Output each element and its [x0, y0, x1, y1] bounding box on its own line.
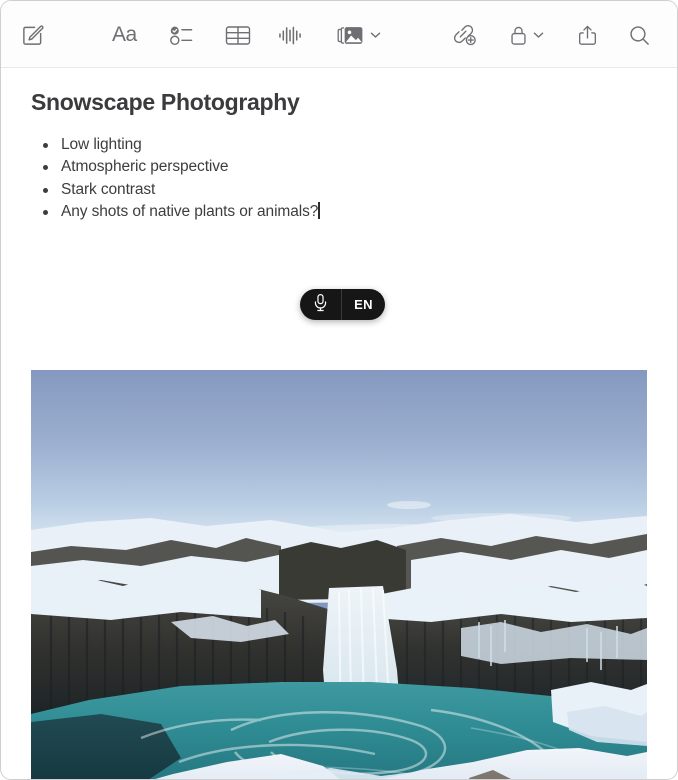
search-button[interactable]	[628, 19, 651, 51]
list-item[interactable]: Any shots of native plants or animals?	[31, 201, 647, 224]
page-title: Snowscape Photography	[31, 89, 300, 115]
list-item-label: Low lighting	[61, 135, 142, 153]
format-aa-icon: Aa	[112, 23, 137, 46]
media-button[interactable]	[337, 19, 381, 51]
checklist-icon	[169, 24, 194, 47]
media-photo-icon	[337, 24, 365, 47]
list-item-label: Any shots of native plants or animals?	[61, 203, 319, 221]
table-icon	[225, 24, 251, 47]
dictation-mic-button[interactable]	[300, 289, 341, 320]
lock-icon	[509, 24, 528, 47]
note-content[interactable]: Snowscape Photography Low lighting Atmos…	[1, 89, 677, 779]
share-icon	[577, 24, 598, 47]
lock-button[interactable]	[509, 19, 544, 51]
chevron-down-icon	[533, 31, 544, 39]
table-button[interactable]	[225, 19, 251, 51]
share-button[interactable]	[577, 19, 598, 51]
list-item-label: Stark contrast	[61, 180, 156, 198]
list-item-label: Atmospheric perspective	[61, 158, 229, 176]
text-cursor	[318, 202, 320, 220]
list-item[interactable]: Atmospheric perspective	[31, 156, 647, 179]
microphone-icon	[313, 293, 328, 317]
compose-icon	[21, 24, 44, 47]
link-add-icon	[451, 24, 478, 47]
add-link-button[interactable]	[451, 19, 478, 51]
waveform-icon	[278, 24, 303, 47]
toolbar: Aa	[1, 1, 677, 68]
compose-note-button[interactable]	[21, 19, 44, 51]
list-item[interactable]: Low lighting	[31, 134, 647, 157]
dictation-popup[interactable]: EN	[300, 289, 385, 320]
list-item[interactable]: Stark contrast	[31, 179, 647, 202]
search-icon	[628, 24, 651, 47]
notes-window: Aa Snowscape Photography Low lighting At…	[0, 0, 678, 780]
format-button[interactable]: Aa	[112, 19, 137, 51]
audio-button[interactable]	[278, 19, 303, 51]
snowy-waterfall-photo[interactable]	[31, 370, 647, 779]
checklist-button[interactable]	[169, 19, 194, 51]
dictation-language-button[interactable]: EN	[342, 289, 385, 320]
bullet-list[interactable]: Low lighting Atmospheric perspective Sta…	[31, 134, 647, 224]
chevron-down-icon	[370, 31, 381, 39]
